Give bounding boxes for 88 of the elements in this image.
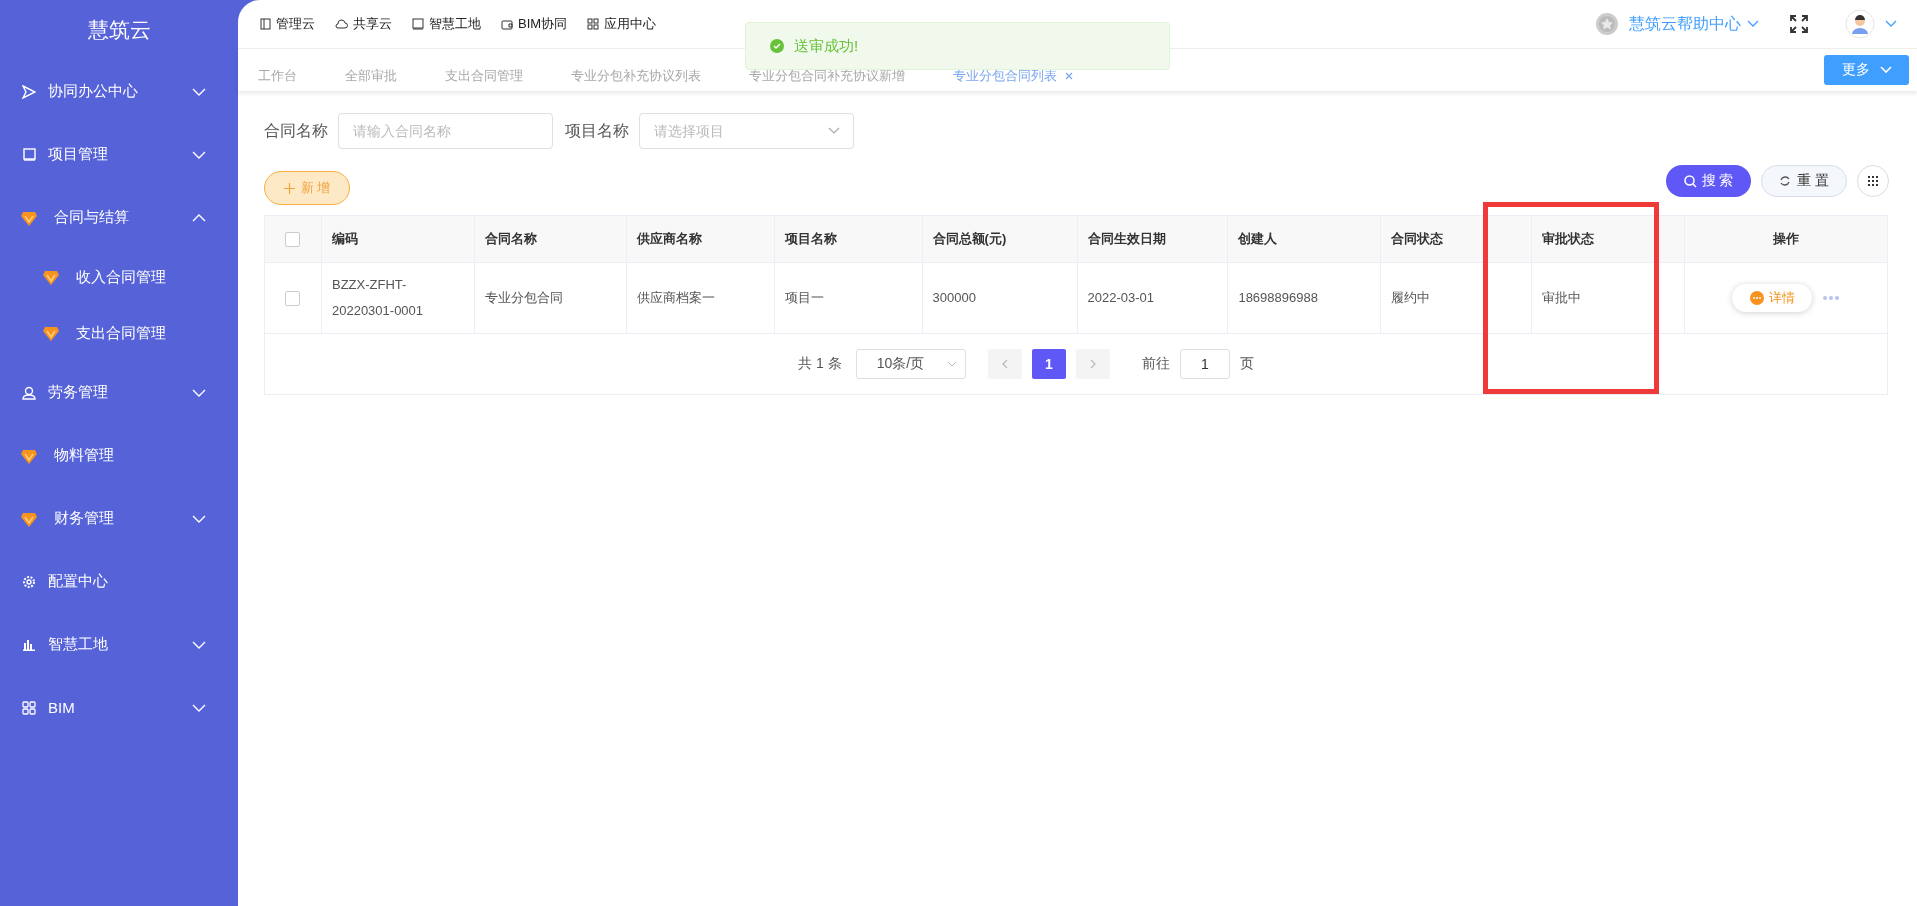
book-icon <box>22 148 36 161</box>
toast-text: 送审成功! <box>794 36 859 56</box>
filter-label: 合同名称 <box>264 120 328 141</box>
chevron-right-icon <box>1089 359 1096 369</box>
table-cell-text: 审批中 <box>1542 289 1582 307</box>
table-cell-text: 专业分包合同 <box>484 289 563 307</box>
app-logo: 慧筑云 <box>86 17 152 43</box>
close-icon[interactable] <box>1065 72 1073 80</box>
top-nav-link[interactable]: 智慧工地 <box>412 15 481 33</box>
table-cell-text: 项目一 <box>784 289 824 307</box>
page-tab[interactable]: 专业分包合同列表 <box>953 67 1073 85</box>
top-nav-link[interactable]: 管理云 <box>260 15 315 33</box>
wallet-icon <box>501 18 513 30</box>
sidebar-item[interactable]: 项目管理 <box>0 123 238 186</box>
sidebar-item[interactable]: 智慧工地 <box>0 613 238 676</box>
success-icon <box>770 39 784 53</box>
top-nav-link[interactable]: BIM协同 <box>501 15 568 33</box>
sidebar-item[interactable]: 财务管理 <box>0 487 238 550</box>
column-header: 项目名称 <box>774 216 923 262</box>
goto-page-field[interactable]: 1 <box>1179 349 1230 379</box>
caret-icon <box>1879 66 1892 74</box>
avatar[interactable] <box>1845 9 1875 39</box>
total-count: 共 1 条 <box>798 355 842 373</box>
table-cell-text: 履约中 <box>1391 289 1431 307</box>
help-center-link[interactable]: 慧筑云帮助中心 <box>1629 13 1759 35</box>
badge-icon <box>1595 12 1619 36</box>
column-header: 供应商名称 <box>626 216 775 262</box>
grid-icon <box>1867 175 1879 187</box>
sidebar-subitem[interactable]: 收入合同管理 <box>0 249 238 305</box>
page-number[interactable]: 1 <box>1031 349 1066 379</box>
column-settings-button[interactable] <box>1857 165 1889 197</box>
column-header: 合同状态 <box>1381 216 1533 262</box>
caret-icon <box>1747 20 1759 28</box>
more-button[interactable]: 更多 <box>1824 55 1909 85</box>
filter-label: 项目名称 <box>565 120 629 141</box>
column-header: 合同名称 <box>474 216 627 262</box>
caret-icon <box>828 127 840 135</box>
sidebar-item[interactable]: BIM <box>0 676 238 739</box>
sidebar-item[interactable]: 劳务管理 <box>0 361 238 424</box>
table-cell-text: 2022-03-01 <box>1087 289 1154 307</box>
search-icon <box>1683 174 1697 188</box>
panel-icon <box>260 18 271 30</box>
row-checkbox[interactable] <box>285 290 301 306</box>
project-select[interactable]: 请选择项目 <box>639 113 854 149</box>
page-size-select[interactable]: 10条/页 <box>855 349 966 379</box>
table-cell-text: 18698896988 <box>1238 289 1318 307</box>
column-header: 编码 <box>321 216 475 262</box>
search-button[interactable]: 搜 索 <box>1666 165 1751 197</box>
grid-icon <box>587 18 600 30</box>
user-icon <box>21 385 37 400</box>
column-header: 合同总额(元) <box>922 216 1078 262</box>
book-icon <box>412 18 424 30</box>
plus-icon <box>283 182 295 194</box>
page-suffix: 页 <box>1239 355 1254 373</box>
grid-icon <box>22 700 36 715</box>
sidebar-item[interactable]: 协同办公中心 <box>0 60 238 123</box>
cloud-icon <box>335 19 348 29</box>
send-icon <box>22 84 36 99</box>
sidebar-subitem[interactable]: 支出合同管理 <box>0 305 238 361</box>
sidebar-item[interactable]: 合同与结算 <box>0 186 238 249</box>
caret-icon[interactable] <box>1885 20 1897 28</box>
gem-icon <box>42 324 60 342</box>
table-cell-text: BZZX-ZFHT-20220301-0001 <box>331 276 425 320</box>
top-nav-link[interactable]: 应用中心 <box>587 15 657 33</box>
column-header: 操作 <box>1772 230 1801 248</box>
top-nav-link[interactable]: 共享云 <box>335 15 392 33</box>
more-icon[interactable] <box>1822 295 1841 301</box>
column-header: 创建人 <box>1228 216 1382 262</box>
column-header: 合同生效日期 <box>1077 216 1229 262</box>
goto-label: 前往 <box>1141 355 1170 373</box>
previous-page-button[interactable] <box>987 349 1022 379</box>
chevron-left-icon <box>1001 359 1008 369</box>
column-header: 审批状态 <box>1532 216 1686 262</box>
gem-icon <box>42 268 60 286</box>
sidebar-item[interactable]: 物料管理 <box>0 424 238 487</box>
table-cell-text: 300000 <box>932 289 976 307</box>
fullscreen-icon[interactable] <box>1789 14 1809 34</box>
reset-button[interactable]: 重 置 <box>1761 165 1847 197</box>
sidebar-item[interactable]: 配置中心 <box>0 550 238 613</box>
next-page-button[interactable] <box>1075 349 1110 379</box>
settings-icon <box>22 574 36 589</box>
refresh-icon <box>1779 175 1792 187</box>
caret-icon <box>946 361 957 367</box>
select-all-checkbox[interactable] <box>285 231 301 247</box>
bar-chart-icon <box>22 638 36 651</box>
more-dots-icon <box>1749 291 1764 305</box>
contract-name-field[interactable]: 请输入合同名称 <box>338 113 553 149</box>
table-cell-text: 供应商档案一 <box>636 289 715 307</box>
